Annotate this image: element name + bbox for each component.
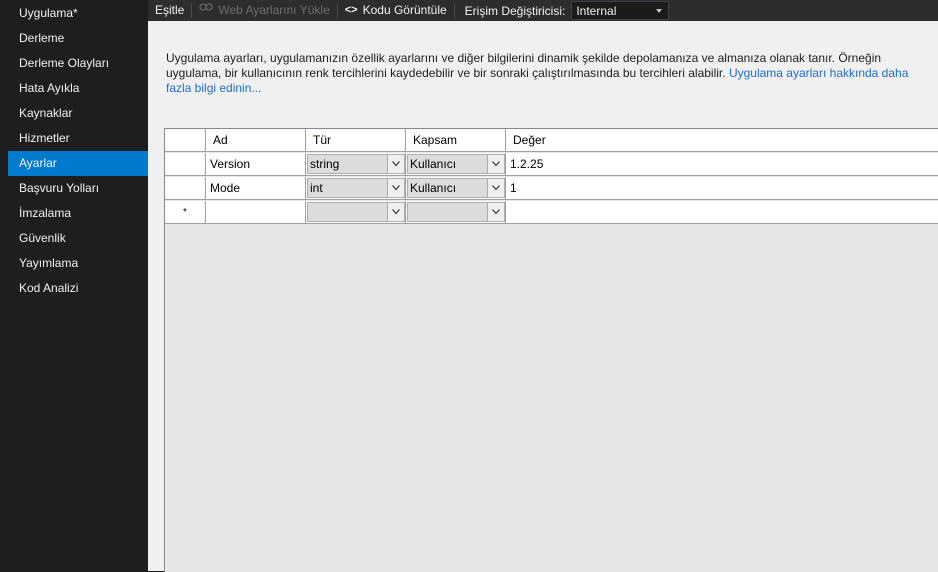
sidebar-item-application[interactable]: Uygulama* <box>0 1 148 26</box>
setting-name-cell[interactable] <box>206 201 306 224</box>
column-header-scope[interactable]: Kapsam <box>406 129 506 152</box>
table-row: Mode int Kullanıcı 1 <box>165 177 938 201</box>
sidebar-item-label: Derleme <box>19 31 65 45</box>
row-header-corner <box>165 129 206 152</box>
setting-type-cell[interactable] <box>306 201 406 224</box>
sidebar-item-services[interactable]: Hizmetler <box>0 126 148 151</box>
sidebar-item-label: Ayarlar <box>19 156 57 170</box>
sidebar-item-publish[interactable]: Yayımlama <box>0 251 148 276</box>
sidebar-item-label: Derleme Olayları <box>19 56 110 70</box>
column-header-name[interactable]: Ad <box>206 129 306 152</box>
chevron-down-icon[interactable] <box>387 179 404 197</box>
sidebar-item-label: Güvenlik <box>19 231 66 245</box>
setting-scope-value: Kullanıcı <box>410 181 457 195</box>
view-code-label: Kodu Görüntüle <box>362 3 447 17</box>
sidebar-item-label: Kod Analizi <box>19 281 79 295</box>
sidebar-item-reference-paths[interactable]: Başvuru Yolları <box>0 176 148 201</box>
setting-type-select[interactable]: int <box>307 178 405 198</box>
setting-scope-select[interactable] <box>407 202 505 222</box>
setting-scope-select[interactable]: Kullanıcı <box>407 178 505 198</box>
access-modifier-label: Erişim Değiştiricisi: <box>464 3 566 18</box>
setting-scope-cell[interactable] <box>406 201 506 224</box>
sidebar-item-label: Yayımlama <box>19 256 79 270</box>
row-selector[interactable] <box>165 177 206 200</box>
grid-header-row: Ad Tür Kapsam Değer <box>165 129 938 153</box>
row-selector[interactable] <box>165 153 206 176</box>
chevron-down-icon[interactable] <box>487 179 504 197</box>
chevron-down-icon[interactable] <box>487 155 504 173</box>
setting-scope-value: Kullanıcı <box>410 157 457 171</box>
sidebar-item-security[interactable]: Güvenlik <box>0 226 148 251</box>
setting-value-cell[interactable]: 1 <box>506 177 938 200</box>
sidebar-item-resources[interactable]: Kaynaklar <box>0 101 148 126</box>
setting-scope-cell[interactable]: Kullanıcı <box>406 153 506 176</box>
chevron-down-icon[interactable] <box>387 155 404 173</box>
chevron-down-icon[interactable] <box>487 203 504 221</box>
access-modifier-select[interactable]: Internal <box>571 1 670 20</box>
setting-type-cell[interactable]: string <box>306 153 406 176</box>
web-settings-icon <box>199 1 213 20</box>
sidebar-item-label: İmzalama <box>19 206 72 220</box>
sync-button-label: Eşitle <box>155 3 185 17</box>
setting-scope-select[interactable]: Kullanıcı <box>407 154 505 174</box>
setting-name-cell[interactable]: Version <box>206 153 306 176</box>
sync-button[interactable]: Eşitle <box>148 0 191 21</box>
sidebar-item-settings[interactable]: Ayarlar <box>8 151 154 176</box>
setting-type-value: string <box>310 157 340 171</box>
new-row-marker[interactable]: * <box>165 201 206 224</box>
chevron-down-icon[interactable] <box>387 203 404 221</box>
column-header-value[interactable]: Değer <box>506 129 938 152</box>
setting-value-cell[interactable]: 1.2.25 <box>506 153 938 176</box>
settings-grid: Ad Tür Kapsam Değer Version string Kulla… <box>164 128 938 572</box>
setting-scope-cell[interactable]: Kullanıcı <box>406 177 506 200</box>
access-modifier-value: Internal <box>576 3 617 18</box>
toolbar: Eşitle Web Ayarlarını Yükle <> Kodu Görü… <box>148 0 938 21</box>
sidebar-item-build[interactable]: Derleme <box>0 26 148 51</box>
chevron-down-icon <box>656 8 663 13</box>
sidebar-item-label: Kaynaklar <box>19 106 73 120</box>
sidebar-item-debug[interactable]: Hata Ayıkla <box>0 76 148 101</box>
setting-value-cell[interactable] <box>506 201 938 224</box>
load-web-settings-button[interactable]: Web Ayarlarını Yükle <box>192 0 336 21</box>
sidebar-item-signing[interactable]: İmzalama <box>0 201 148 226</box>
table-row-new: * <box>165 201 938 225</box>
sidebar-item-label: Uygulama* <box>19 6 78 20</box>
sidebar-item-label: Hizmetler <box>19 131 70 145</box>
load-web-settings-label: Web Ayarlarını Yükle <box>218 3 330 17</box>
column-header-type[interactable]: Tür <box>306 129 406 152</box>
sidebar-item-label: Başvuru Yolları <box>19 181 100 195</box>
setting-name-cell[interactable]: Mode <box>206 177 306 200</box>
settings-page: Uygulama ayarları, uygulamanızın özellik… <box>148 21 938 572</box>
setting-type-cell[interactable]: int <box>306 177 406 200</box>
sidebar-item-code-analysis[interactable]: Kod Analizi <box>0 276 148 301</box>
code-icon: <> <box>344 4 358 16</box>
setting-type-select[interactable]: string <box>307 154 405 174</box>
view-code-button[interactable]: <> Kodu Görüntüle <box>338 0 454 21</box>
table-row: Version string Kullanıcı 1.2.25 <box>165 153 938 177</box>
settings-description: Uygulama ayarları, uygulamanızın özellik… <box>166 51 926 96</box>
setting-type-value: int <box>310 181 323 195</box>
setting-type-select[interactable] <box>307 202 405 222</box>
sidebar-item-build-events[interactable]: Derleme Olayları <box>0 51 148 76</box>
sidebar: Uygulama* Derleme Derleme Olayları Hata … <box>0 0 154 571</box>
sidebar-item-label: Hata Ayıkla <box>19 81 80 95</box>
